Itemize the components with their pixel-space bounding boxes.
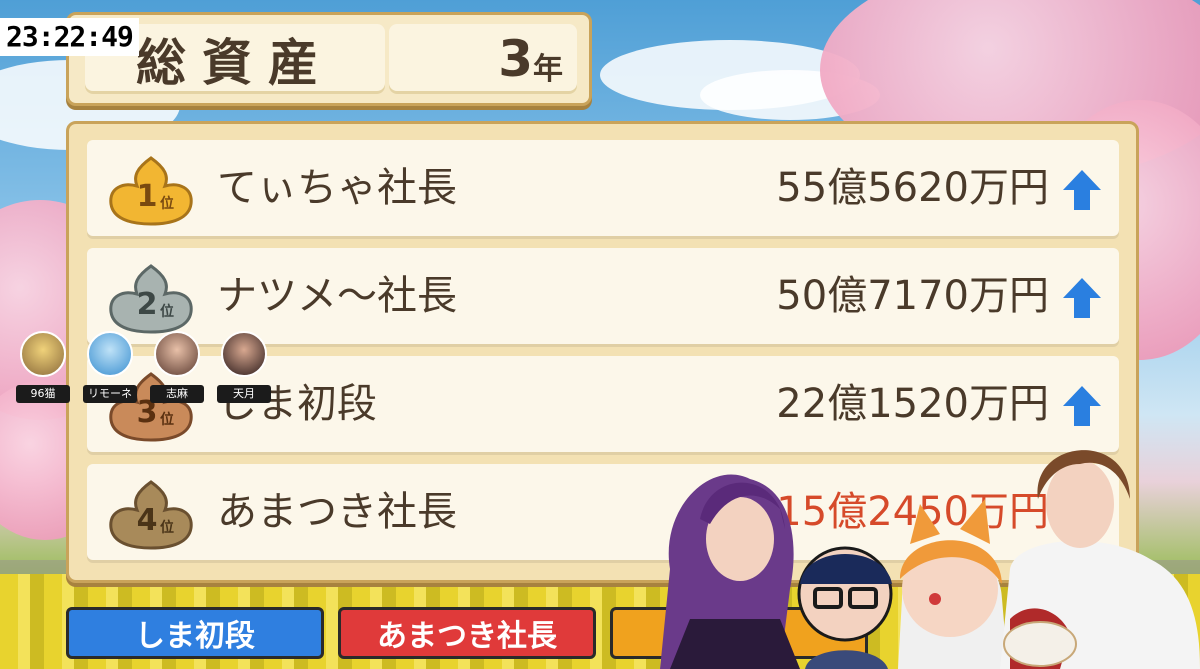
viewer-avatar: 96猫: [8, 331, 78, 403]
purple-hair-character: [660, 474, 800, 669]
svg-text:4: 4: [137, 503, 158, 538]
year-number: 3: [498, 30, 533, 88]
glasses-character: [797, 546, 893, 669]
player-name: ナツメ～社長: [217, 273, 457, 319]
stream-clock: 23:22:49: [0, 18, 139, 56]
streamer-characters-illustration: [660, 450, 1200, 669]
svg-text:2: 2: [137, 287, 158, 322]
svg-text:位: 位: [160, 303, 174, 320]
viewer-avatar: リモーネ: [75, 331, 145, 403]
up-arrow-icon: [1063, 170, 1101, 210]
viewer-avatar: 志麻: [142, 331, 212, 403]
avatar: [154, 331, 200, 377]
avatar: [87, 331, 133, 377]
avatar: [221, 331, 267, 377]
year-indicator: 3 年: [389, 24, 577, 94]
player-tab-shima[interactable]: しま初段: [66, 607, 324, 659]
brown-hair-character: [1000, 450, 1200, 669]
player-name: てぃちゃ社長: [217, 165, 457, 211]
up-arrow-icon: [1063, 278, 1101, 318]
rank-4-badge-icon: 4 位: [109, 480, 193, 550]
ranking-row: 2 位 ナツメ～社長 50億7170万円: [87, 248, 1119, 344]
year-unit: 年: [533, 52, 563, 87]
viewer-avatar: 天月: [209, 331, 279, 403]
rank-1-badge-icon: 1 位: [109, 156, 193, 226]
title-panel: 総資産 3 年: [66, 12, 592, 106]
asset-amount: 55億5620万円: [776, 165, 1049, 211]
player-name: あまつき社長: [217, 489, 457, 535]
player-tab-amatsuki[interactable]: あまつき社長: [338, 607, 596, 659]
ranking-row: 1 位 てぃちゃ社長 55億5620万円: [87, 140, 1119, 236]
svg-text:位: 位: [160, 195, 174, 212]
avatar: [20, 331, 66, 377]
cat-ear-character: [898, 499, 1008, 669]
svg-text:1: 1: [137, 179, 158, 214]
rank-2-badge-icon: 2 位: [109, 264, 193, 334]
asset-amount: 50億7170万円: [776, 273, 1049, 319]
svg-text:位: 位: [160, 411, 174, 428]
svg-text:位: 位: [160, 519, 174, 536]
